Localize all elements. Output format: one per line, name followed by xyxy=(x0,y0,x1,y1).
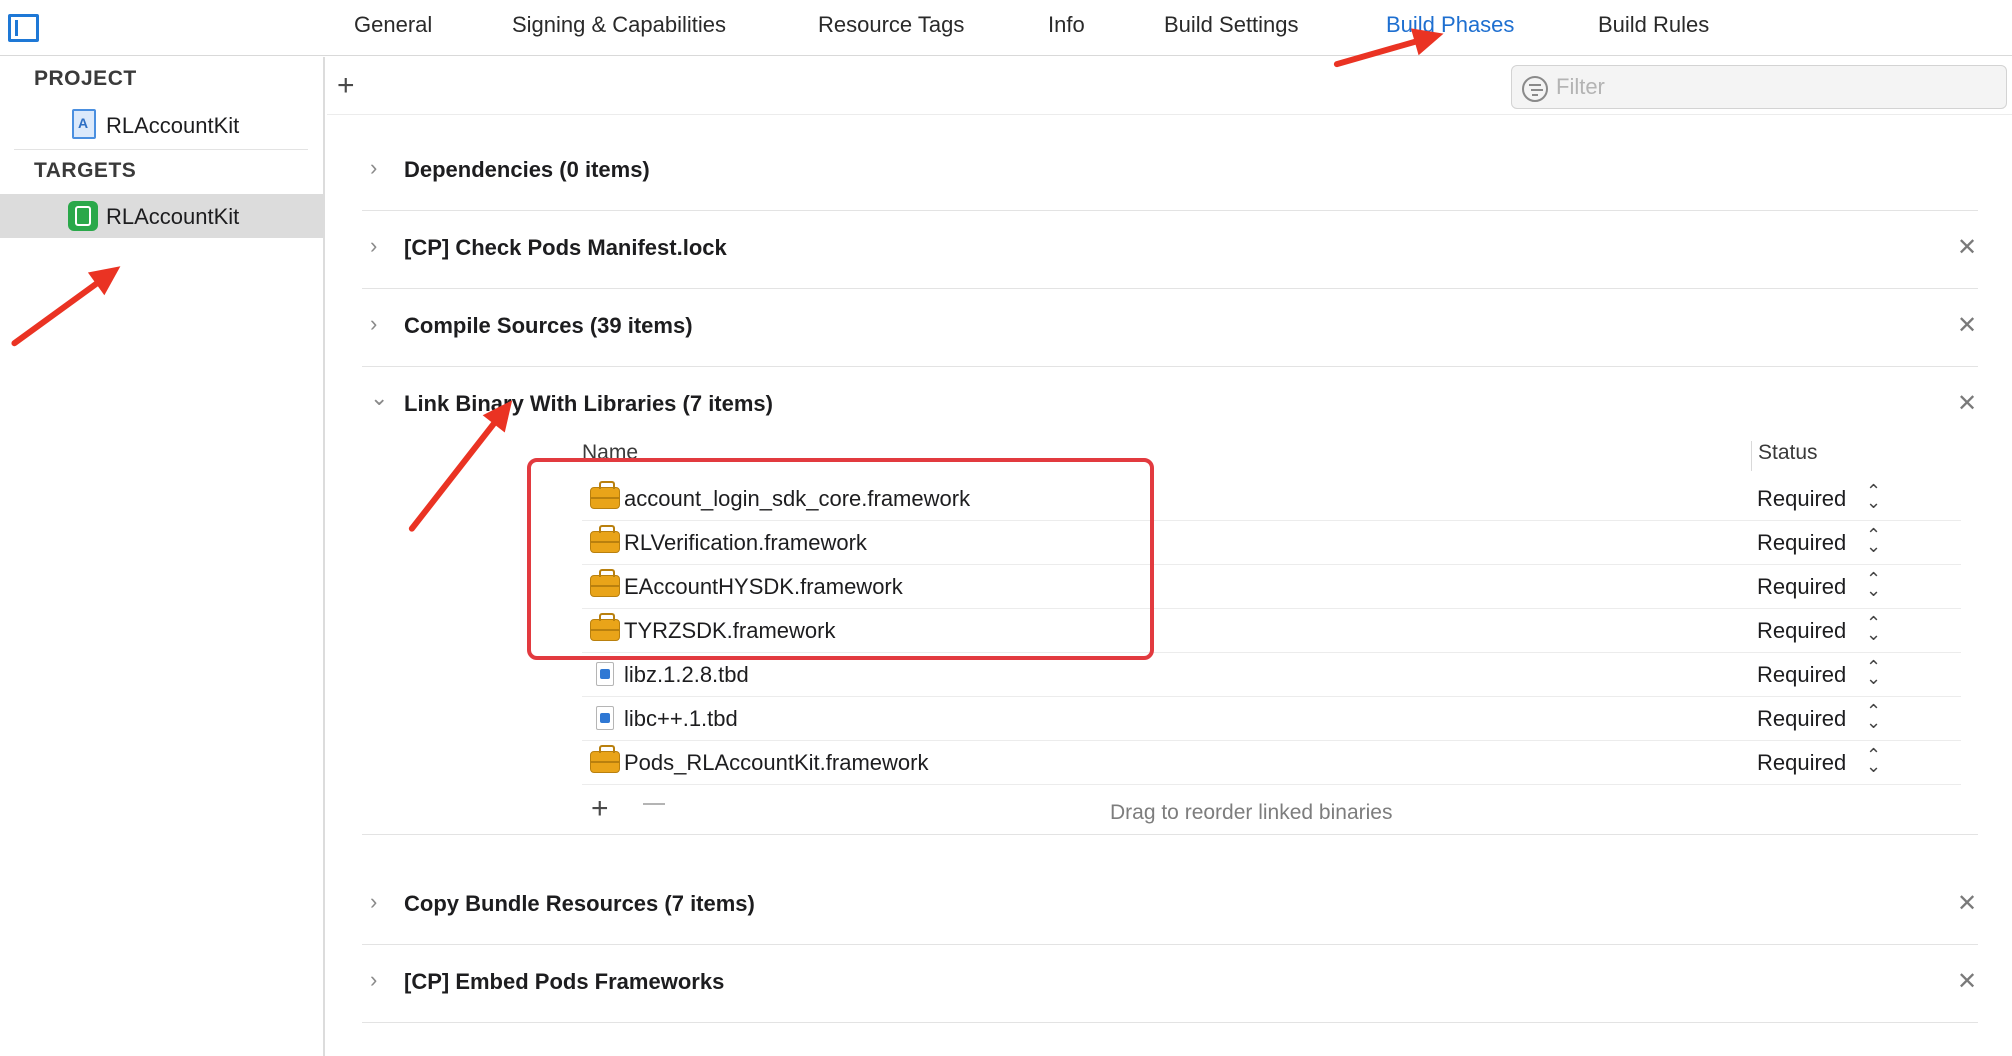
phase-title[interactable]: Compile Sources (39 items) xyxy=(404,313,693,339)
editor-tab-bar: General Signing & Capabilities Resource … xyxy=(0,0,2012,56)
close-icon[interactable]: ✕ xyxy=(1957,233,1977,262)
library-row[interactable]: Pods_RLAccountKit.framework Required ⌃ ⌄ xyxy=(582,741,1961,785)
chevron-down-icon[interactable]: ⌄ xyxy=(370,385,388,411)
stepper-icon[interactable]: ⌃ ⌄ xyxy=(1866,614,1881,643)
close-icon[interactable]: ✕ xyxy=(1957,889,1977,918)
stepper-icon[interactable]: ⌃ ⌄ xyxy=(1866,658,1881,687)
sidebar-item-label: RLAccountKit xyxy=(106,113,240,138)
targets-section-header: TARGETS xyxy=(34,159,137,182)
reorder-hint: Drag to reorder linked binaries xyxy=(1110,801,1393,824)
chevron-right-icon[interactable]: › xyxy=(370,889,377,915)
library-status[interactable]: Required xyxy=(1757,486,1846,512)
chevron-right-icon[interactable]: › xyxy=(370,155,377,181)
filter-field[interactable] xyxy=(1511,65,2007,109)
tab-build-phases[interactable]: Build Phases xyxy=(1386,12,1514,38)
stepper-icon[interactable]: ⌃ ⌄ xyxy=(1866,746,1881,775)
phase-copy-bundle-resources: › Copy Bundle Resources (7 items) ✕ xyxy=(362,867,1978,945)
sidebar-toggle-icon[interactable] xyxy=(8,14,39,42)
library-status[interactable]: Required xyxy=(1757,750,1846,776)
chevron-right-icon[interactable]: › xyxy=(370,311,377,337)
tab-signing-capabilities[interactable]: Signing & Capabilities xyxy=(512,12,726,38)
chevron-right-icon[interactable]: › xyxy=(370,233,377,259)
tab-general[interactable]: General xyxy=(354,12,432,38)
stepper-icon[interactable]: ⌃ ⌄ xyxy=(1866,526,1881,555)
phase-embed-pods-frameworks: › [CP] Embed Pods Frameworks ✕ xyxy=(362,945,1978,1023)
sidebar-divider xyxy=(14,149,308,150)
stepper-icon[interactable]: ⌃ ⌄ xyxy=(1866,702,1881,731)
phase-compile-sources: › Compile Sources (39 items) ✕ xyxy=(362,289,1978,367)
library-name: libc++.1.tbd xyxy=(624,706,738,731)
phase-title[interactable]: Copy Bundle Resources (7 items) xyxy=(404,891,755,917)
remove-library-button[interactable] xyxy=(643,803,665,805)
phase-title[interactable]: Dependencies (0 items) xyxy=(404,157,650,183)
tbd-file-icon xyxy=(596,706,614,730)
library-name: Pods_RLAccountKit.framework xyxy=(624,750,929,775)
phase-check-pods-manifest: › [CP] Check Pods Manifest.lock ✕ xyxy=(362,211,1978,289)
library-name: libz.1.2.8.tbd xyxy=(624,662,749,687)
highlight-box xyxy=(527,458,1154,660)
close-icon[interactable]: ✕ xyxy=(1957,967,1977,996)
close-icon[interactable]: ✕ xyxy=(1957,389,1977,418)
project-target-sidebar: PROJECT RLAccountKit TARGETS RLAccountKi… xyxy=(0,57,325,1056)
filter-icon xyxy=(1522,76,1548,102)
tab-resource-tags[interactable]: Resource Tags xyxy=(818,12,964,38)
add-library-button[interactable]: + xyxy=(591,794,609,824)
stepper-icon[interactable]: ⌃ ⌄ xyxy=(1866,482,1881,511)
sidebar-item-target[interactable]: RLAccountKit xyxy=(0,194,323,238)
tab-build-settings[interactable]: Build Settings xyxy=(1164,12,1299,38)
library-status[interactable]: Required xyxy=(1757,530,1846,556)
framework-icon xyxy=(590,745,620,773)
phases-toolbar: + xyxy=(327,57,2012,115)
close-icon[interactable]: ✕ xyxy=(1957,311,1977,340)
project-section-header: PROJECT xyxy=(34,67,137,90)
phase-title[interactable]: [CP] Check Pods Manifest.lock xyxy=(404,235,727,261)
target-app-icon xyxy=(68,201,98,231)
column-header-status[interactable]: Status xyxy=(1751,441,1818,471)
sidebar-item-label: RLAccountKit xyxy=(106,204,240,229)
phase-dependencies: › Dependencies (0 items) xyxy=(362,133,1978,211)
chevron-right-icon[interactable]: › xyxy=(370,967,377,993)
library-status[interactable]: Required xyxy=(1757,662,1846,688)
filter-input[interactable] xyxy=(1556,72,1996,102)
tab-info[interactable]: Info xyxy=(1048,12,1085,38)
add-build-phase-button[interactable]: + xyxy=(337,71,355,101)
stepper-icon[interactable]: ⌃ ⌄ xyxy=(1866,570,1881,599)
phase-title[interactable]: [CP] Embed Pods Frameworks xyxy=(404,969,724,995)
tbd-file-icon xyxy=(596,662,614,686)
tab-build-rules[interactable]: Build Rules xyxy=(1598,12,1709,38)
library-status[interactable]: Required xyxy=(1757,618,1846,644)
phase-title[interactable]: Link Binary With Libraries (7 items) xyxy=(404,391,773,417)
library-status[interactable]: Required xyxy=(1757,706,1846,732)
project-file-icon xyxy=(72,109,96,139)
library-row[interactable]: libc++.1.tbd Required ⌃ ⌄ xyxy=(582,697,1961,741)
library-status[interactable]: Required xyxy=(1757,574,1846,600)
sidebar-item-project[interactable]: RLAccountKit xyxy=(0,103,323,147)
